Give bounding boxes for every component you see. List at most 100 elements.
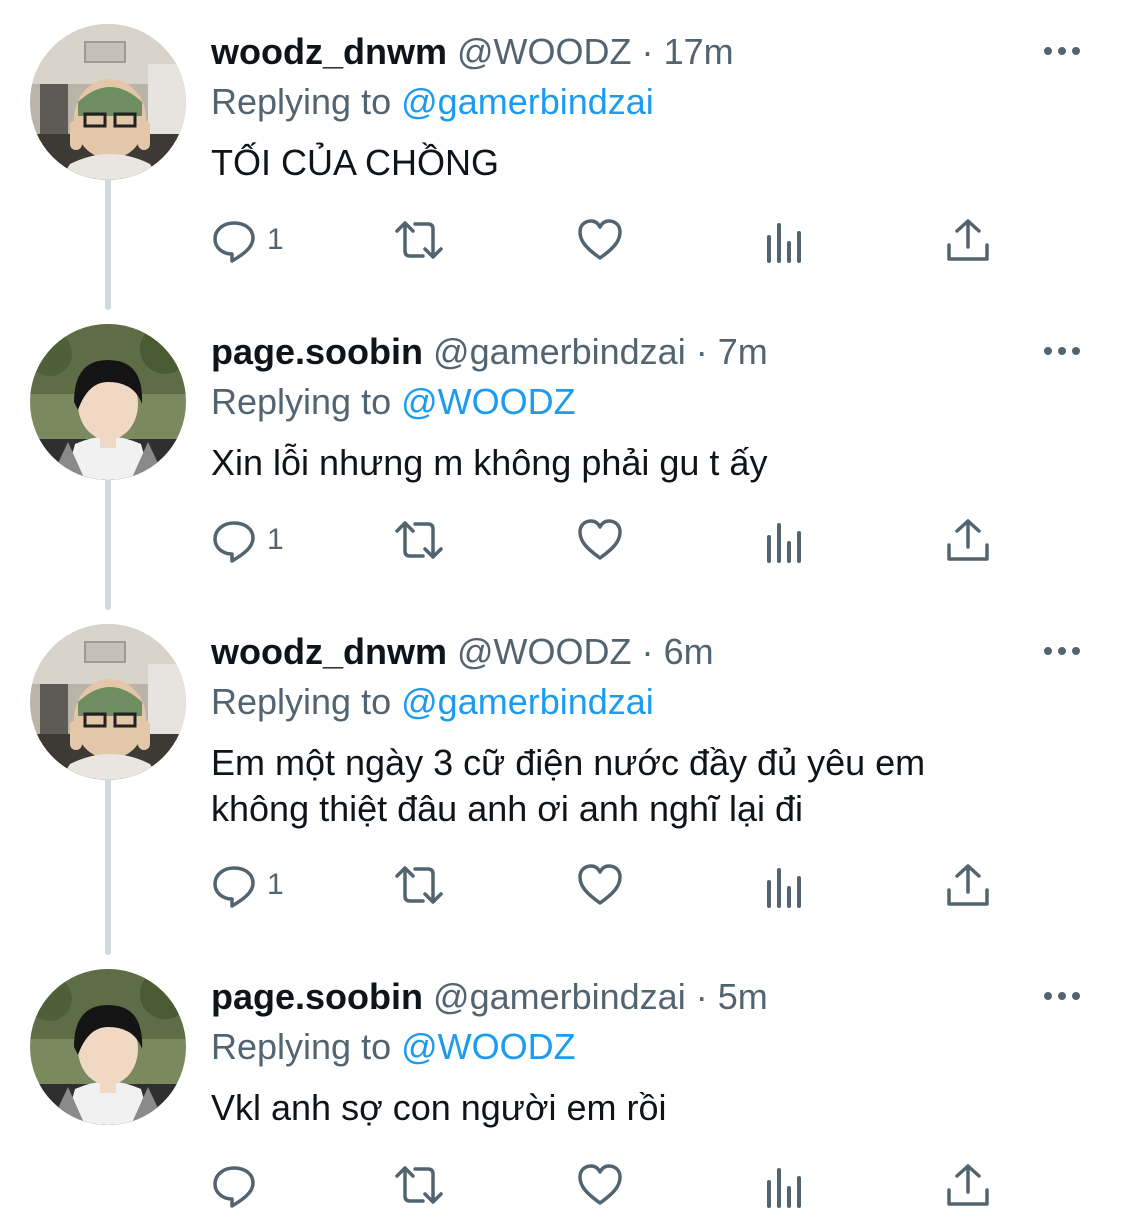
retweet-button[interactable] [391, 1160, 447, 1210]
user-handle[interactable]: @gamerbindzai [433, 976, 686, 1017]
reply-button[interactable]: 1 [211, 215, 284, 265]
tweet-header: page.soobin @gamerbindzai · 5m [211, 975, 768, 1019]
retweet-icon [395, 866, 443, 904]
share-button[interactable] [945, 1160, 991, 1210]
reply-icon [213, 221, 255, 263]
more-button[interactable] [1040, 36, 1084, 66]
replying-prefix: Replying to [211, 681, 392, 722]
tweet-header: woodz_dnwm @WOODZ · 6m [211, 630, 714, 674]
tweet[interactable]: page.soobin @gamerbindzai · 7m Replying … [0, 310, 1125, 600]
tweet-header: page.soobin @gamerbindzai · 7m [211, 330, 768, 374]
action-bar [211, 1160, 1071, 1210]
reply-icon [213, 866, 255, 908]
replying-to: Replying to @gamerbindzai [211, 680, 654, 724]
timestamp[interactable]: 6m [664, 631, 714, 672]
retweet-button[interactable] [391, 215, 447, 265]
tweet-text: TỐI CỦA CHỒNG [211, 142, 500, 183]
separator-dot: · [641, 31, 654, 72]
tweet-header: woodz_dnwm @WOODZ · 17m [211, 30, 734, 74]
more-button[interactable] [1040, 981, 1084, 1011]
avatar[interactable] [30, 624, 186, 780]
avatar[interactable] [30, 324, 186, 480]
views-button[interactable] [763, 515, 809, 565]
like-button[interactable] [577, 215, 623, 265]
like-button[interactable] [577, 860, 623, 910]
reply-icon [213, 521, 255, 563]
like-button[interactable] [577, 515, 623, 565]
tweet-text-line: không thiệt đâu anh ơi anh nghĩ lại đi [211, 788, 804, 829]
action-bar: 1 [211, 860, 1071, 910]
views-icon [767, 523, 801, 563]
user-handle[interactable]: @gamerbindzai [433, 331, 686, 372]
tweet[interactable]: woodz_dnwm @WOODZ · 17m Replying to @gam… [0, 10, 1125, 300]
share-icon [947, 1164, 989, 1206]
timestamp[interactable]: 17m [664, 31, 734, 72]
more-icon [1044, 47, 1080, 55]
display-name[interactable]: woodz_dnwm [211, 31, 447, 72]
share-button[interactable] [945, 515, 991, 565]
retweet-icon [395, 221, 443, 259]
tweet-text: Xin lỗi nhưng m không phải gu t ấy [211, 442, 768, 483]
display-name[interactable]: woodz_dnwm [211, 631, 447, 672]
mention-link[interactable]: @WOODZ [401, 381, 576, 422]
display-name[interactable]: page.soobin [211, 331, 423, 372]
timestamp[interactable]: 5m [718, 976, 768, 1017]
reply-count: 1 [267, 868, 284, 901]
views-icon [767, 868, 801, 908]
views-button[interactable] [763, 860, 809, 910]
separator-dot: · [641, 631, 654, 672]
more-icon [1044, 992, 1080, 1000]
like-icon [578, 864, 622, 905]
like-button[interactable] [577, 1160, 623, 1210]
retweet-button[interactable] [391, 860, 447, 910]
separator-dot: · [695, 331, 708, 372]
more-icon [1044, 647, 1080, 655]
action-bar: 1 [211, 215, 1071, 265]
views-button[interactable] [763, 1160, 809, 1210]
soobin-avatar-icon [30, 324, 186, 480]
retweet-icon [395, 521, 443, 559]
views-button[interactable] [763, 215, 809, 265]
user-handle[interactable]: @WOODZ [457, 631, 632, 672]
more-icon [1044, 347, 1080, 355]
replying-to: Replying to @WOODZ [211, 1025, 576, 1069]
separator-dot: · [695, 976, 708, 1017]
mention-link[interactable]: @gamerbindzai [401, 681, 654, 722]
reply-count: 1 [267, 523, 284, 556]
retweet-button[interactable] [391, 515, 447, 565]
display-name[interactable]: page.soobin [211, 976, 423, 1017]
like-icon [578, 219, 622, 260]
user-handle[interactable]: @WOODZ [457, 31, 632, 72]
replying-to: Replying to @gamerbindzai [211, 80, 654, 124]
views-icon [767, 223, 801, 263]
reply-count: 1 [267, 223, 284, 256]
tweet-text: Em một ngày 3 cữ điện nước đầy đủ yêu em… [211, 740, 1071, 832]
replying-prefix: Replying to [211, 1026, 392, 1067]
tweet-text: Vkl anh sợ con người em rồi [211, 1087, 667, 1128]
reply-icon [213, 1166, 255, 1208]
reply-button[interactable]: 1 [211, 515, 284, 565]
share-button[interactable] [945, 860, 991, 910]
action-bar: 1 [211, 515, 1071, 565]
share-button[interactable] [945, 215, 991, 265]
woodz-avatar-icon [30, 24, 186, 180]
share-icon [947, 219, 989, 261]
replying-prefix: Replying to [211, 381, 392, 422]
mention-link[interactable]: @gamerbindzai [401, 81, 654, 122]
more-button[interactable] [1040, 336, 1084, 366]
tweet[interactable]: woodz_dnwm @WOODZ · 6m Replying to @game… [0, 610, 1125, 950]
timestamp[interactable]: 7m [718, 331, 768, 372]
woodz-avatar-icon [30, 624, 186, 780]
soobin-avatar-icon [30, 969, 186, 1125]
like-icon [578, 519, 622, 560]
avatar[interactable] [30, 24, 186, 180]
tweet-text-line: Em một ngày 3 cữ điện nước đầy đủ yêu em [211, 742, 926, 783]
avatar[interactable] [30, 969, 186, 1125]
more-button[interactable] [1040, 636, 1084, 666]
replying-to: Replying to @WOODZ [211, 380, 576, 424]
tweet[interactable]: page.soobin @gamerbindzai · 5m Replying … [0, 955, 1125, 1227]
like-icon [578, 1164, 622, 1205]
reply-button[interactable]: 1 [211, 860, 284, 910]
reply-button[interactable] [211, 1160, 267, 1210]
mention-link[interactable]: @WOODZ [401, 1026, 576, 1067]
